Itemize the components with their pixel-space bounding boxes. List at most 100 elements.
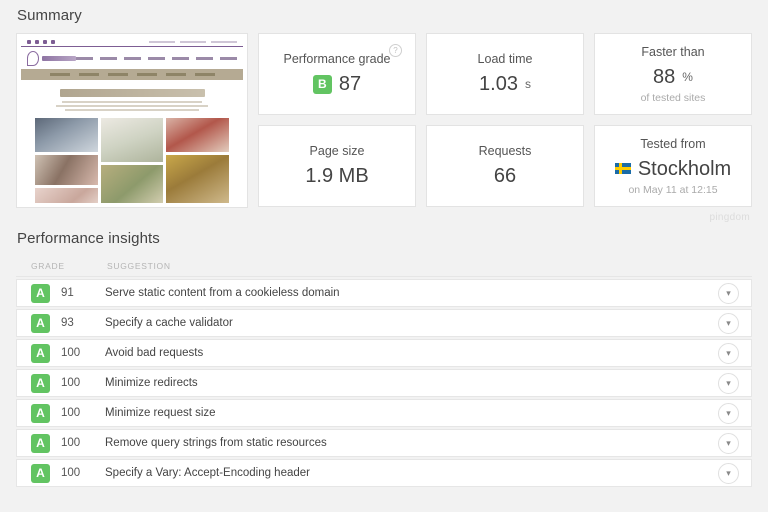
row-score: 100 (61, 467, 81, 479)
chevron-down-icon[interactable]: ▾ (718, 462, 739, 484)
row-score: 100 (61, 377, 81, 389)
thumb-photo (166, 155, 230, 203)
row-grade-cell: A 91 (17, 283, 105, 303)
chevron-down-icon[interactable]: ▾ (718, 342, 739, 364)
card-performance-grade: ? Performance grade B 87 (258, 33, 416, 115)
thumb-photo (35, 155, 98, 185)
card-tested-from: Tested from Stockholm on May 11 at 12:15 (594, 125, 752, 207)
help-icon[interactable]: ? (389, 44, 402, 57)
row-score: 91 (61, 287, 74, 299)
card-label: Requests (478, 144, 532, 158)
row-suggestion: Minimize request size (105, 407, 216, 419)
row-suggestion: Specify a Vary: Accept-Encoding header (105, 467, 310, 479)
card-faster-than: Faster than 88 % of tested sites (594, 33, 752, 115)
sweden-flag-icon (614, 163, 631, 174)
row-score: 100 (61, 437, 81, 449)
table-row[interactable]: A 100 Specify a Vary: Accept-Encoding he… (16, 459, 752, 487)
load-time-unit: s (524, 77, 531, 91)
row-grade-cell: A 100 (17, 433, 105, 453)
card-label: Performance grade (283, 52, 391, 66)
site-logo-icon (27, 50, 40, 66)
grade-badge: A (31, 373, 50, 393)
thumb-page-heading (59, 89, 205, 97)
chevron-down-icon[interactable]: ▾ (718, 282, 739, 304)
card-label: Load time (477, 52, 533, 66)
grade-score: 87 (338, 73, 362, 95)
thumb-subnav (21, 69, 243, 80)
grade-badge: A (31, 343, 50, 363)
row-grade-cell: A 100 (17, 403, 105, 423)
thumb-photo (35, 188, 98, 203)
row-grade-cell: A 100 (17, 463, 105, 483)
column-header-suggestion: SUGGESTION (107, 261, 171, 271)
card-value: 88 % (653, 65, 693, 89)
grade-badge: A (31, 433, 50, 453)
table-row[interactable]: A 93 Specify a cache validator ▾ (16, 309, 752, 337)
row-score: 93 (61, 317, 74, 329)
chevron-down-icon[interactable]: ▾ (718, 402, 739, 424)
card-label: Page size (309, 144, 365, 158)
report-page: Summary ? Performance grade B 87 Load ti… (0, 0, 768, 512)
card-value: 66 (493, 165, 517, 187)
load-time-value: 1.03 (479, 73, 518, 95)
pingdom-watermark: pingdom (709, 212, 750, 223)
thumb-contact-info (149, 41, 237, 43)
grade-badge: A (31, 463, 50, 483)
card-value: B 87 (312, 72, 362, 96)
card-load-time: Load time 1.03 s (426, 33, 584, 115)
row-grade-cell: A 100 (17, 373, 105, 393)
summary-cards: ? Performance grade B 87 Load time 1.03 … (258, 33, 752, 207)
row-suggestion: Remove query strings from static resourc… (105, 437, 327, 449)
grade-badge: B (312, 74, 332, 94)
summary-section: ? Performance grade B 87 Load time 1.03 … (16, 33, 752, 208)
faster-than-value: 88 (653, 65, 676, 88)
card-page-size: Page size 1.9 MB (258, 125, 416, 207)
chevron-down-icon[interactable]: ▾ (718, 432, 739, 454)
table-row[interactable]: A 100 Minimize redirects ▾ (16, 369, 752, 397)
thumb-image-grid (21, 113, 243, 203)
card-sublabel: of tested sites (640, 91, 706, 104)
faster-than-unit: % (682, 69, 693, 84)
social-icon (35, 40, 39, 44)
grade-badge: A (31, 283, 50, 303)
card-value: 1.03 s (479, 72, 531, 96)
social-icon (51, 40, 55, 44)
summary-cards-row-1: ? Performance grade B 87 Load time 1.03 … (258, 33, 752, 115)
card-label: Faster than (641, 44, 705, 59)
tested-from-city: Stockholm (637, 157, 732, 180)
grade-badge: A (31, 313, 50, 333)
card-value: Stockholm (614, 157, 732, 181)
chevron-down-icon[interactable]: ▾ (718, 312, 739, 334)
card-value: 1.9 MB (305, 165, 369, 187)
social-icon (43, 40, 47, 44)
thumb-topbar (21, 38, 243, 47)
thumb-photo (166, 118, 230, 152)
row-grade-cell: A 100 (17, 343, 105, 363)
chevron-down-icon[interactable]: ▾ (718, 372, 739, 394)
row-suggestion: Avoid bad requests (105, 347, 204, 359)
insights-rows: A 91 Serve static content from a cookiel… (16, 279, 752, 487)
thumb-photo (35, 118, 98, 152)
summary-cards-row-2: Page size 1.9 MB Requests 66 Tested from… (258, 125, 752, 207)
table-row[interactable]: A 100 Remove query strings from static r… (16, 429, 752, 457)
site-thumbnail-card[interactable] (16, 33, 248, 208)
thumb-header (21, 47, 243, 69)
thumb-photo (100, 118, 164, 162)
table-row[interactable]: A 91 Serve static content from a cookiel… (16, 279, 752, 307)
card-label: Tested from (640, 136, 706, 151)
thumb-paragraph-line (65, 109, 199, 111)
grade-badge: A (31, 403, 50, 423)
summary-title: Summary (17, 7, 82, 24)
row-suggestion: Serve static content from a cookieless d… (105, 287, 340, 299)
site-logo-text (42, 55, 76, 61)
insights-title: Performance insights (17, 230, 160, 247)
card-sublabel: on May 11 at 12:15 (628, 183, 718, 196)
thumb-paragraph-line (62, 101, 202, 103)
column-header-grade: GRADE (31, 261, 65, 271)
table-row[interactable]: A 100 Minimize request size ▾ (16, 399, 752, 427)
row-suggestion: Specify a cache validator (105, 317, 233, 329)
row-score: 100 (61, 407, 81, 419)
row-score: 100 (61, 347, 81, 359)
table-row[interactable]: A 100 Avoid bad requests ▾ (16, 339, 752, 367)
site-thumbnail-image (21, 38, 243, 203)
